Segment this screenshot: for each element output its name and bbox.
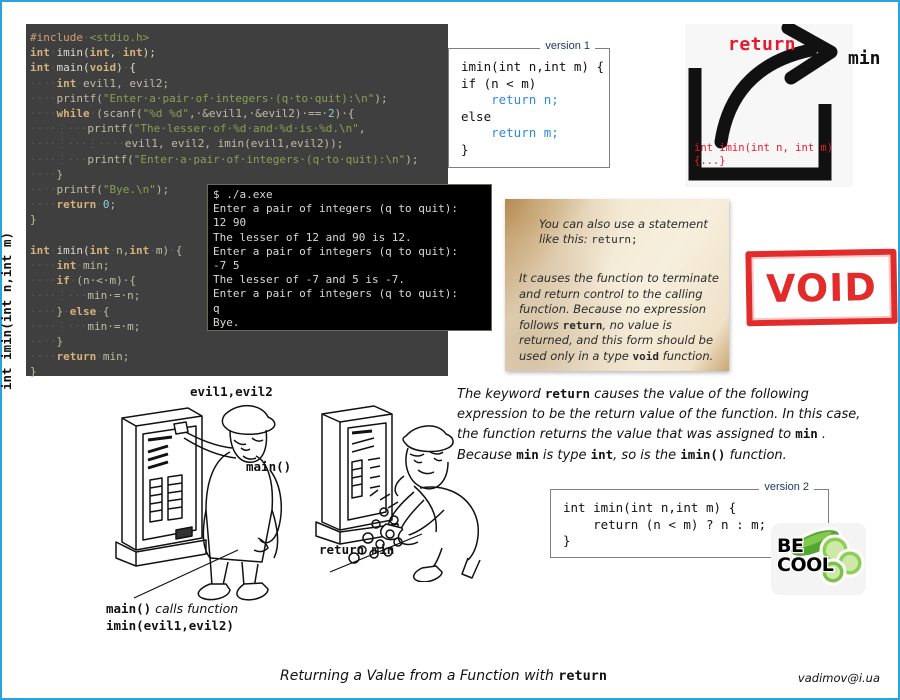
be-cool-text: BE COOL (776, 535, 835, 576)
code-line: ····return·min; (30, 350, 130, 364)
code-line: ····int·evil1, evil2; (30, 76, 170, 90)
code-line: ····if·(n·<·m)·{ (30, 274, 136, 288)
code-line: int·imin(int,·int); (30, 46, 156, 60)
parchment-intro-code: return; (591, 233, 638, 246)
code-line: if (n < m) (461, 75, 537, 91)
code-line: ····⋮···⋮····evil1, evil2, imin(evil1,ev… (30, 137, 344, 151)
code-line: } (30, 213, 37, 227)
code-line: ····while·(scanf("%d %d",·&evil1,·&evil2… (30, 107, 355, 121)
code-line: return (n < m) ? n : m; (563, 516, 767, 532)
parchment-keyword-return: return (562, 318, 603, 332)
code-line: int·main(void)·{ (30, 61, 136, 75)
return-keyword-label: return (728, 34, 797, 55)
code-line: ····} (30, 335, 64, 349)
function-signature-label: int imin(int n, int m) {...} (694, 142, 833, 168)
code-line: ····}·else·{ (30, 304, 110, 318)
caption-main-mono: main() (106, 601, 152, 616)
author-signature: vadimov@i.ua (797, 671, 880, 685)
para-4: is type (538, 447, 591, 463)
label-main-function: main() (246, 459, 292, 474)
version1-code: imin(int n,int m) { if (n < m) return n;… (449, 49, 609, 168)
code-line: ····return·0; (30, 198, 117, 212)
code-line: int imin(int n,int m) { (563, 500, 737, 515)
para-6: function. (725, 447, 787, 463)
version2-legend: version 2 (759, 481, 814, 493)
slide-title-keyword: return (558, 668, 608, 684)
code-line: ····⋮···printf("Enter·a·pair·of·integers… (30, 152, 419, 166)
cartoon-man-inserting-coins (115, 405, 283, 601)
code-line: ····printf("Bye.\n"); (30, 183, 170, 197)
parchment-keyword-void: void (632, 349, 659, 363)
code-line: #include·<stdio.h> (30, 31, 150, 44)
code-line: } (30, 365, 37, 379)
caption-calls-function: calls function (151, 601, 239, 616)
vertical-function-label: int imin(int n,int m) (0, 231, 14, 390)
parchment-intro: You can also use a statement like this: … (539, 217, 719, 247)
explanation-paragraph: The keyword return causes the value of t… (457, 384, 877, 465)
para-keyword-return: return (544, 386, 591, 401)
code-line: ····⋮···min·=·m; (30, 319, 141, 333)
terminal-output-panel[interactable]: $ ./a.exe Enter a pair of integers (q to… (207, 184, 492, 331)
void-stamp: VOID (745, 248, 898, 327)
label-return-min: return min (319, 542, 395, 557)
slide-title-plain: Returning a Value from a Function with (280, 668, 559, 684)
code-line: ····int·min; (30, 259, 110, 273)
terminal-line: -7 5 (213, 259, 240, 273)
signature-line: {...} (694, 155, 726, 167)
code-line: } (563, 533, 571, 548)
version1-legend: version 1 (540, 40, 595, 52)
code-line: ····printf("Enter·a·pair·of·integers·(q·… (30, 91, 388, 105)
be-cool-line2: COOL (776, 554, 835, 576)
terminal-line: Enter a pair of integers (q to quit): (213, 244, 459, 258)
para-keyword-min-2: min (516, 446, 539, 462)
code-line: else (461, 108, 492, 124)
slide-canvas: #include·<stdio.h> int·imin(int,·int); i… (0, 0, 900, 700)
terminal-line: Bye. (213, 315, 240, 329)
code-line: ····⋮···min·=·n; (30, 289, 141, 303)
para-keyword-min: min (795, 426, 818, 441)
slide-title: Returning a Value from a Function with r… (280, 668, 607, 684)
code-line: int·imin(int·n,int·m)·{ (30, 243, 183, 257)
caption-imin-call: imin(evil1,evil2) (106, 618, 234, 633)
version1-code-box: version 1 imin(int n,int m) { if (n < m)… (448, 40, 610, 168)
void-stamp-label: VOID (765, 264, 878, 311)
terminal-line: $ ./a.exe (213, 188, 273, 201)
left-caption: main() calls function imin(evil1,evil2) (106, 600, 336, 634)
terminal-line: 12 90 (213, 216, 247, 230)
signature-line: int imin(int n, int m) (694, 142, 834, 154)
terminal-line: The lesser of 12 and 90 is 12. (213, 230, 412, 244)
label-arguments: evil1,evil2 (190, 384, 273, 399)
terminal-line: The lesser of -7 and 5 is -7. (213, 273, 406, 287)
para-keyword-imin: imin() (680, 446, 726, 462)
code-line-return: return n; (461, 92, 559, 107)
parchment-body-3: function. (658, 348, 714, 363)
parchment-body: It causes the function to terminate and … (519, 271, 725, 364)
terminal-line: q (213, 301, 220, 315)
min-value-label: min (848, 48, 881, 69)
parchment-note: You can also use a statement like this: … (505, 199, 729, 371)
code-line: imin(int n,int m) { (461, 59, 604, 74)
code-line: ····} (30, 167, 64, 181)
terminal-line: Enter a pair of integers (q to quit): (213, 287, 459, 301)
code-line: ····⋮···printf("The·lesser·of·%d·and·%d·… (30, 122, 366, 136)
para-keyword-int: int (590, 446, 614, 462)
para-5: , so is the (613, 447, 681, 463)
terminal-line: Enter a pair of integers (q to quit): (213, 202, 459, 216)
code-line-return: return m; (461, 125, 559, 140)
code-line: } (461, 141, 469, 157)
be-cool-sticker: BE COOL (771, 523, 866, 595)
